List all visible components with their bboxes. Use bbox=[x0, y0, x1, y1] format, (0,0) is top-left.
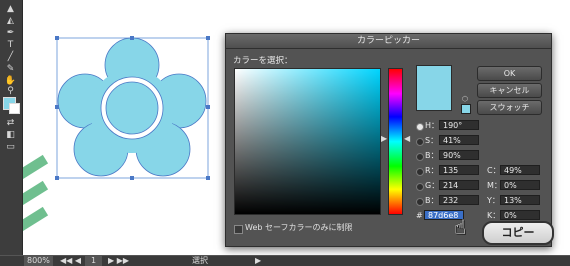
flower-center bbox=[105, 81, 159, 135]
web-safe-label: Web セーフカラーのみに制限 bbox=[245, 223, 353, 232]
k-label: K： bbox=[487, 211, 501, 220]
new-color-swatch bbox=[416, 65, 452, 111]
color-picker-dialog: カラーピッカー カラーを選択： ▶ ◀ ⬡ OK キャンセル スウォッチ H： … bbox=[225, 33, 552, 247]
pen-tool-icon[interactable]: ✒ bbox=[4, 28, 17, 39]
hex-label: # bbox=[416, 211, 423, 220]
brush-tool-icon[interactable]: ✎ bbox=[4, 64, 17, 75]
group-select-icon[interactable]: ◭ bbox=[4, 16, 17, 27]
k-field[interactable]: 0% bbox=[500, 210, 540, 220]
hue-slider[interactable] bbox=[388, 68, 403, 215]
b-field[interactable]: 90% bbox=[439, 150, 479, 160]
g-radio[interactable] bbox=[416, 183, 424, 191]
blue-radio[interactable] bbox=[416, 198, 424, 206]
h-radio[interactable] bbox=[416, 123, 424, 131]
c-field[interactable]: 49% bbox=[500, 165, 540, 175]
swatches-button[interactable]: スウォッチ bbox=[477, 100, 542, 115]
m-field[interactable]: 0% bbox=[500, 180, 540, 190]
swap-colors-icon[interactable]: ⇄ bbox=[4, 118, 17, 129]
blue-label: B： bbox=[425, 196, 439, 205]
y-field[interactable]: 13% bbox=[500, 195, 540, 205]
pointing-hand-icon: ☝ bbox=[454, 215, 467, 239]
s-radio[interactable] bbox=[416, 138, 424, 146]
web-safe-checkbox[interactable] bbox=[234, 225, 243, 234]
h-label: H： bbox=[425, 121, 440, 130]
status-bar: 800% ◀◀ ◀ 1 ▶ ▶▶ 選択 ▶ bbox=[0, 255, 570, 266]
screen-mode-icon[interactable]: ▭ bbox=[4, 142, 17, 153]
g-field[interactable]: 214 bbox=[439, 180, 479, 190]
copy-button[interactable]: コピー bbox=[482, 221, 554, 245]
zoom-tool-icon[interactable]: ⚲ bbox=[4, 86, 17, 97]
s-label: S： bbox=[425, 136, 439, 145]
b-radio[interactable] bbox=[416, 153, 424, 161]
web-safe-color-swatch[interactable] bbox=[461, 104, 471, 114]
line-tool-icon[interactable]: ╱ bbox=[4, 52, 17, 63]
select-color-label: カラーを選択： bbox=[233, 56, 293, 66]
ok-button[interactable]: OK bbox=[477, 66, 542, 81]
h-field[interactable]: 190° bbox=[439, 120, 479, 130]
cancel-button[interactable]: キャンセル bbox=[477, 83, 542, 98]
g-label: G： bbox=[425, 181, 440, 190]
selection-tool-icon[interactable]: ▲ bbox=[4, 4, 17, 15]
r-radio[interactable] bbox=[416, 168, 424, 176]
flower-shape[interactable] bbox=[55, 35, 210, 180]
r-label: R： bbox=[425, 166, 439, 175]
tools-panel: ▲ ◭ ✒ T ╱ ✎ ✋ ⚲ ⇄ ◧ ▭ bbox=[0, 0, 23, 255]
stroke-color-swatch[interactable] bbox=[9, 103, 20, 114]
draw-mode-icon[interactable]: ◧ bbox=[4, 130, 17, 141]
hue-slider-arrow-left-icon[interactable]: ▶ bbox=[381, 134, 387, 143]
s-field[interactable]: 41% bbox=[439, 135, 479, 145]
blue-field[interactable]: 232 bbox=[439, 195, 479, 205]
type-tool-icon[interactable]: T bbox=[4, 40, 17, 51]
hue-slider-arrow-right-icon[interactable]: ◀ bbox=[404, 134, 410, 143]
y-label: Y： bbox=[487, 196, 500, 205]
r-field[interactable]: 135 bbox=[439, 165, 479, 175]
web-safe-cube-icon[interactable]: ⬡ bbox=[462, 95, 468, 103]
dialog-title: カラーピッカー bbox=[226, 34, 551, 49]
b-label: B： bbox=[425, 151, 439, 160]
c-label: C： bbox=[487, 166, 501, 175]
color-field[interactable] bbox=[234, 68, 381, 215]
